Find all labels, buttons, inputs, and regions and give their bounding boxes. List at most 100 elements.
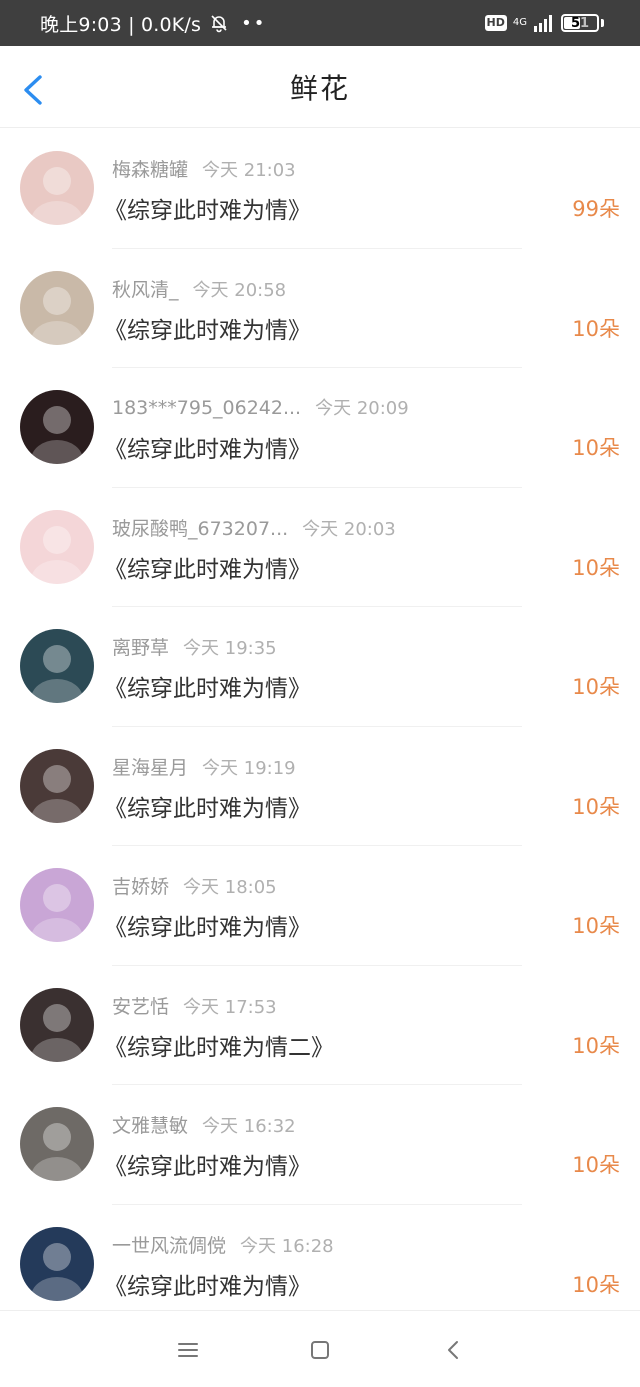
avatar[interactable] <box>20 629 94 703</box>
book-title: 《综穿此时难为情》 <box>104 556 311 583</box>
battery-label: 51 <box>570 15 590 31</box>
avatar[interactable] <box>20 390 94 464</box>
flower-count: 10朵 <box>572 436 620 460</box>
user-name: 吉娇娇 <box>112 876 170 898</box>
avatar[interactable] <box>20 987 94 1062</box>
hd-badge: HD <box>484 15 507 31</box>
item-meta: 安艺恬 今天 17:53 <box>112 992 277 1019</box>
flower-count: 10朵 <box>572 794 620 819</box>
user-name: 183***795_06242... <box>112 397 302 419</box>
item-meta: 玻尿酸鸭_673207... 今天 20:03 <box>112 514 396 541</box>
avatar[interactable] <box>20 1107 94 1181</box>
home-square-icon[interactable] <box>306 1336 334 1364</box>
avatar[interactable] <box>20 748 94 823</box>
timestamp: 今天 16:28 <box>240 1235 334 1257</box>
user-name: 文雅慧敏 <box>112 1115 189 1137</box>
book-title: 《综穿此时难为情》 <box>104 676 311 702</box>
avatar[interactable] <box>20 270 94 345</box>
back-arrow-icon[interactable] <box>18 73 52 107</box>
network-indicator: 4G <box>513 18 527 28</box>
avatar-image-icon <box>20 1107 94 1181</box>
book-title: 《综穿此时难为情》 <box>104 317 311 344</box>
item-meta: 183***795_06242... 今天 20:09 <box>112 394 409 420</box>
status-right: HD 4G 51 <box>484 14 604 32</box>
item-meta: 梅森糖罐 今天 21:03 <box>112 155 296 182</box>
avatar-image-icon <box>20 629 94 703</box>
avatar[interactable] <box>20 1226 94 1301</box>
item-meta: 秋风清_ 今天 20:58 <box>112 275 286 302</box>
book-title: 《综穿此时难为情》 <box>104 915 311 941</box>
user-name: 离野草 <box>112 637 170 659</box>
avatar-image-icon <box>20 868 94 942</box>
menu-icon[interactable] <box>174 1336 202 1364</box>
avatar-image-icon <box>20 987 94 1062</box>
user-name: 星海星月 <box>112 756 189 779</box>
book-title: 《综穿此时难为情》 <box>104 198 311 224</box>
status-dots: •• <box>241 12 267 34</box>
bell-muted-icon <box>211 15 227 33</box>
user-name: 安艺恬 <box>112 995 170 1018</box>
battery-icon: 51 <box>561 14 599 32</box>
status-bar: 晚上9:03 | 0.0K/s •• HD 4G 51 <box>0 0 640 46</box>
avatar-image-icon <box>20 390 94 464</box>
list-item[interactable]: 离野草 今天 19:35 《综穿此时难为情》 10朵 <box>0 607 640 727</box>
flower-count: 10朵 <box>572 555 620 580</box>
list-item[interactable]: 梅森糖罐 今天 21:03 《综穿此时难为情》 99朵 <box>0 129 640 249</box>
flower-count: 99朵 <box>572 197 620 221</box>
book-title: 《综穿此时难为情》 <box>104 1154 311 1180</box>
flower-count: 10朵 <box>572 914 620 938</box>
user-name: 梅森糖罐 <box>112 159 189 181</box>
book-title: 《综穿此时难为情》 <box>104 437 311 463</box>
user-name: 秋风清_ <box>112 278 179 301</box>
flower-count: 10朵 <box>572 675 620 699</box>
list-item[interactable]: 秋风清_ 今天 20:58 《综穿此时难为情》 10朵 <box>0 249 640 368</box>
timestamp: 今天 16:32 <box>202 1116 296 1137</box>
avatar[interactable] <box>20 868 94 942</box>
list-item[interactable]: 安艺恬 今天 17:53 《综穿此时难为情二》 10朵 <box>0 966 640 1085</box>
list-item[interactable]: 文雅慧敏 今天 16:32 《综穿此时难为情》 10朵 <box>0 1085 640 1205</box>
system-nav-bar <box>0 1310 640 1387</box>
timestamp: 今天 19:19 <box>202 757 296 779</box>
timestamp: 今天 21:03 <box>202 160 296 181</box>
timestamp: 今天 18:05 <box>183 877 277 898</box>
flower-count: 10朵 <box>572 1033 620 1058</box>
book-title: 《综穿此时难为情》 <box>104 1273 311 1300</box>
item-meta: 离野草 今天 19:35 <box>112 633 277 660</box>
avatar[interactable] <box>20 509 94 584</box>
status-time-text: 晚上9:03 | 0.0K/s <box>40 13 202 36</box>
top-app-bar: 鲜花 <box>0 46 640 128</box>
avatar-image-icon <box>20 151 94 225</box>
signal-icon <box>534 15 552 32</box>
item-meta: 吉娇娇 今天 18:05 <box>112 872 277 899</box>
flower-count: 10朵 <box>572 316 620 341</box>
book-title: 《综穿此时难为情》 <box>104 795 311 822</box>
avatar-image-icon <box>20 270 94 345</box>
timestamp: 今天 20:09 <box>315 398 409 419</box>
item-meta: 文雅慧敏 今天 16:32 <box>112 1111 296 1138</box>
flower-count: 10朵 <box>572 1272 620 1297</box>
list-item[interactable]: 吉娇娇 今天 18:05 《综穿此时难为情》 10朵 <box>0 846 640 966</box>
user-name: 玻尿酸鸭_673207... <box>112 517 289 540</box>
network-label: 4G <box>512 17 527 28</box>
timestamp: 今天 20:03 <box>302 518 396 540</box>
item-meta: 一世风流倜傥 今天 16:28 <box>112 1231 334 1258</box>
list-item[interactable]: 玻尿酸鸭_673207... 今天 20:03 《综穿此时难为情》 10朵 <box>0 488 640 607</box>
item-meta: 星海星月 今天 19:19 <box>112 753 296 780</box>
timestamp: 今天 19:35 <box>183 638 277 659</box>
timestamp: 今天 20:58 <box>192 279 287 301</box>
back-chevron-icon[interactable] <box>440 1336 468 1364</box>
flower-list: 梅森糖罐 今天 21:03 《综穿此时难为情》 99朵 秋风清_ 今天 20:58 … <box>0 129 640 1324</box>
avatar-image-icon <box>20 1226 94 1301</box>
avatar-image-icon <box>20 509 94 584</box>
battery-tip <box>601 19 604 27</box>
list-item[interactable]: 一世风流倜傥 今天 16:28 《综穿此时难为情》 10朵 <box>0 1205 640 1325</box>
avatar-image-icon <box>20 748 94 823</box>
timestamp: 今天 17:53 <box>183 996 277 1018</box>
book-title: 《综穿此时难为情二》 <box>104 1034 334 1061</box>
list-item[interactable]: 星海星月 今天 19:19 《综穿此时难为情》 10朵 <box>0 727 640 846</box>
list-item[interactable]: 183***795_06242... 今天 20:09 《综穿此时难为情》 10朵 <box>0 368 640 488</box>
avatar[interactable] <box>20 151 94 225</box>
page-title: 鲜花 <box>289 71 350 105</box>
flower-count: 10朵 <box>572 1153 620 1177</box>
status-left: 晚上9:03 | 0.0K/s •• <box>40 10 266 37</box>
